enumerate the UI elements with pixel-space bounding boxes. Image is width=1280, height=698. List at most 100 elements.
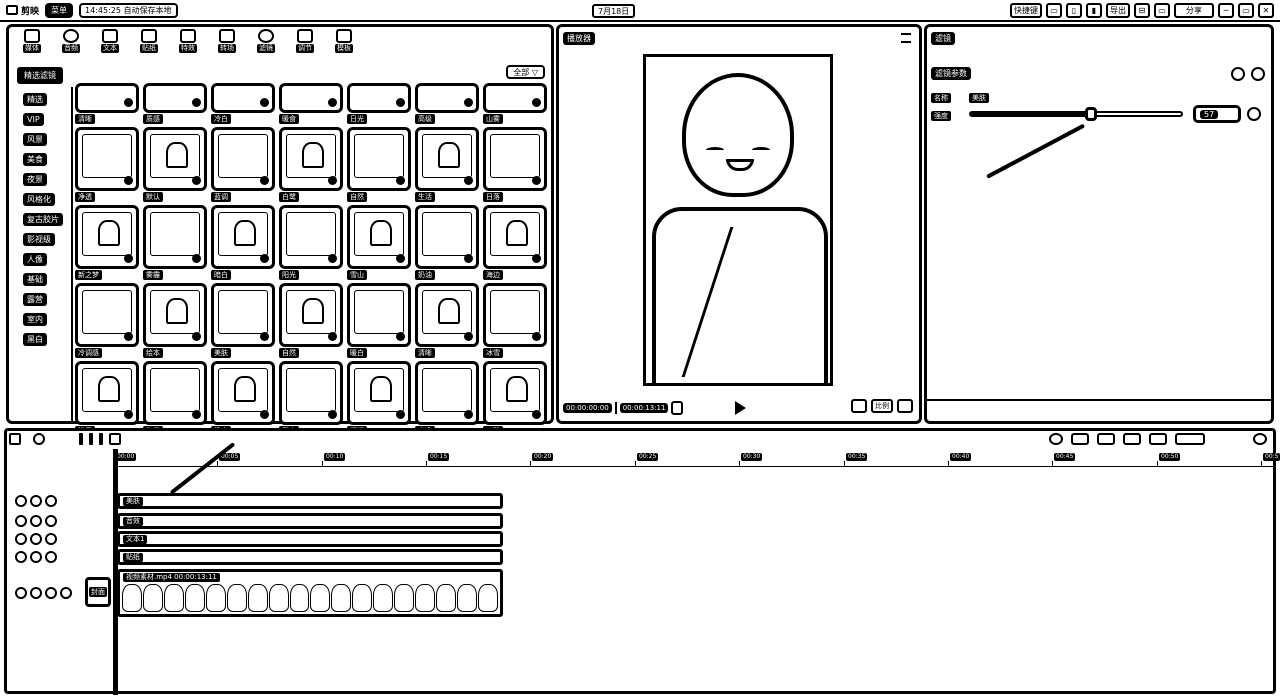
download-icon[interactable] xyxy=(124,176,133,185)
minimize-button[interactable]: ─ xyxy=(1218,3,1234,18)
filter-thumbnail[interactable] xyxy=(483,127,547,191)
filter-card[interactable]: 蓝调 xyxy=(211,127,275,202)
tab-text[interactable]: 文本 xyxy=(95,29,125,53)
video-preview[interactable] xyxy=(643,54,833,386)
tab-adjust[interactable]: 调节 xyxy=(290,29,320,53)
lock-icon[interactable] xyxy=(15,551,27,563)
category-item[interactable]: 人像 xyxy=(23,253,47,266)
tab-template[interactable]: 模板 xyxy=(329,29,359,53)
category-item[interactable]: VIP xyxy=(23,113,44,126)
time-ruler[interactable]: 00:00 00:05 00:10 00:15 00:20 00:25 00:30 00:35… xyxy=(113,451,1280,467)
tab-transition[interactable]: 转场 xyxy=(212,29,242,53)
filter-thumbnail[interactable] xyxy=(415,127,479,191)
download-icon[interactable] xyxy=(464,176,473,185)
reset-icon[interactable] xyxy=(1231,67,1245,81)
keyframe-diamond-icon[interactable] xyxy=(1247,107,1261,121)
audio-clip[interactable]: 音效 xyxy=(117,513,503,529)
category-item[interactable]: 复古胶片 xyxy=(23,213,63,226)
keyframe-icon[interactable] xyxy=(1251,67,1265,81)
panel-toggle-button-2[interactable]: ▮ xyxy=(1086,3,1102,18)
lock-icon[interactable] xyxy=(15,587,27,599)
download-icon[interactable] xyxy=(328,332,337,341)
sticker-clip[interactable]: 贴纸 xyxy=(117,549,503,565)
filter-dropdown[interactable]: 全部 ▽ xyxy=(506,65,545,79)
download-icon[interactable] xyxy=(124,332,133,341)
category-item[interactable]: 夜景 xyxy=(23,173,47,186)
preview-axis-icon[interactable] xyxy=(1149,433,1167,445)
mute-icon[interactable] xyxy=(45,495,57,507)
download-icon[interactable] xyxy=(396,332,405,341)
download-icon[interactable] xyxy=(532,410,541,419)
download-icon[interactable] xyxy=(464,332,473,341)
mute-icon[interactable] xyxy=(45,533,57,545)
select-tool-icon[interactable] xyxy=(9,433,21,445)
main-track-magnet-icon[interactable] xyxy=(1071,433,1089,445)
filter-thumbnail[interactable] xyxy=(75,83,139,113)
filter-thumbnail[interactable] xyxy=(143,361,207,425)
filter-thumbnail[interactable] xyxy=(415,361,479,425)
list-icon[interactable] xyxy=(671,401,684,415)
split-left-icon[interactable] xyxy=(89,433,93,445)
filter-thumbnail[interactable] xyxy=(279,361,343,425)
filter-thumbnail[interactable] xyxy=(143,127,207,191)
tab-filter[interactable]: 滤镜 xyxy=(251,29,281,53)
filter-thumbnail[interactable] xyxy=(279,127,343,191)
download-icon[interactable] xyxy=(124,98,133,107)
close-button[interactable]: ✕ xyxy=(1258,3,1274,18)
download-icon[interactable] xyxy=(464,98,473,107)
category-item[interactable]: 室内 xyxy=(23,313,47,326)
download-icon[interactable] xyxy=(260,332,269,341)
link-icon[interactable] xyxy=(1123,433,1141,445)
text-clip[interactable]: 文本1 xyxy=(117,531,503,547)
delete-icon[interactable] xyxy=(109,433,121,445)
filter-thumbnail[interactable] xyxy=(347,205,411,269)
tab-audio[interactable]: 音频 xyxy=(56,29,86,53)
category-item[interactable]: 基础 xyxy=(23,273,47,286)
filter-card[interactable]: 生活 xyxy=(415,127,479,202)
download-icon[interactable] xyxy=(396,98,405,107)
filter-card[interactable]: 淡雅 xyxy=(483,361,547,436)
filter-card[interactable]: 冰雪 xyxy=(483,283,547,358)
filter-card[interactable]: 净透 xyxy=(75,127,139,202)
auto-snap-icon[interactable] xyxy=(1097,433,1115,445)
filter-card[interactable]: 清晰 xyxy=(415,283,479,358)
filter-card[interactable]: 阳光 xyxy=(279,205,343,280)
filter-thumbnail[interactable] xyxy=(279,83,343,113)
filter-clip[interactable]: 美肤 xyxy=(117,493,503,509)
download-icon[interactable] xyxy=(328,254,337,263)
mute-icon[interactable] xyxy=(45,587,57,599)
filter-thumbnail[interactable] xyxy=(347,283,411,347)
zoom-out-icon[interactable] xyxy=(1175,433,1205,445)
download-icon[interactable] xyxy=(464,410,473,419)
category-item[interactable]: 黑白 xyxy=(23,333,47,346)
download-icon[interactable] xyxy=(464,254,473,263)
filter-card[interactable]: 白鹭 xyxy=(279,127,343,202)
download-icon[interactable] xyxy=(260,254,269,263)
mic-icon[interactable] xyxy=(1049,433,1063,445)
play-icon[interactable] xyxy=(735,401,746,415)
filter-thumbnail[interactable] xyxy=(75,127,139,191)
download-icon[interactable] xyxy=(192,332,201,341)
download-icon[interactable] xyxy=(532,98,541,107)
settings-button[interactable]: ⊟ xyxy=(1134,3,1150,18)
filter-thumbnail[interactable] xyxy=(75,361,139,425)
mute-icon[interactable] xyxy=(45,515,57,527)
tab-media[interactable]: 媒体 xyxy=(17,29,47,53)
shortcut-button[interactable]: 快捷键 xyxy=(1010,3,1042,18)
filter-card[interactable]: 质感 xyxy=(143,83,207,124)
lock-icon[interactable] xyxy=(15,495,27,507)
filter-thumbnail[interactable] xyxy=(75,205,139,269)
download-icon[interactable] xyxy=(192,176,201,185)
filter-card[interactable]: 复古 xyxy=(279,361,343,436)
download-icon[interactable] xyxy=(124,410,133,419)
download-icon[interactable] xyxy=(532,254,541,263)
intensity-slider[interactable] xyxy=(969,107,1183,121)
filter-thumbnail[interactable] xyxy=(279,205,343,269)
filter-thumbnail[interactable] xyxy=(279,283,343,347)
filter-card[interactable]: 白净 xyxy=(415,361,479,436)
tab-sticker[interactable]: 贴纸 xyxy=(134,29,164,53)
filter-thumbnail[interactable] xyxy=(211,83,275,113)
download-icon[interactable] xyxy=(396,176,405,185)
intensity-input[interactable]: 57 xyxy=(1193,105,1241,123)
download-icon[interactable] xyxy=(396,254,405,263)
